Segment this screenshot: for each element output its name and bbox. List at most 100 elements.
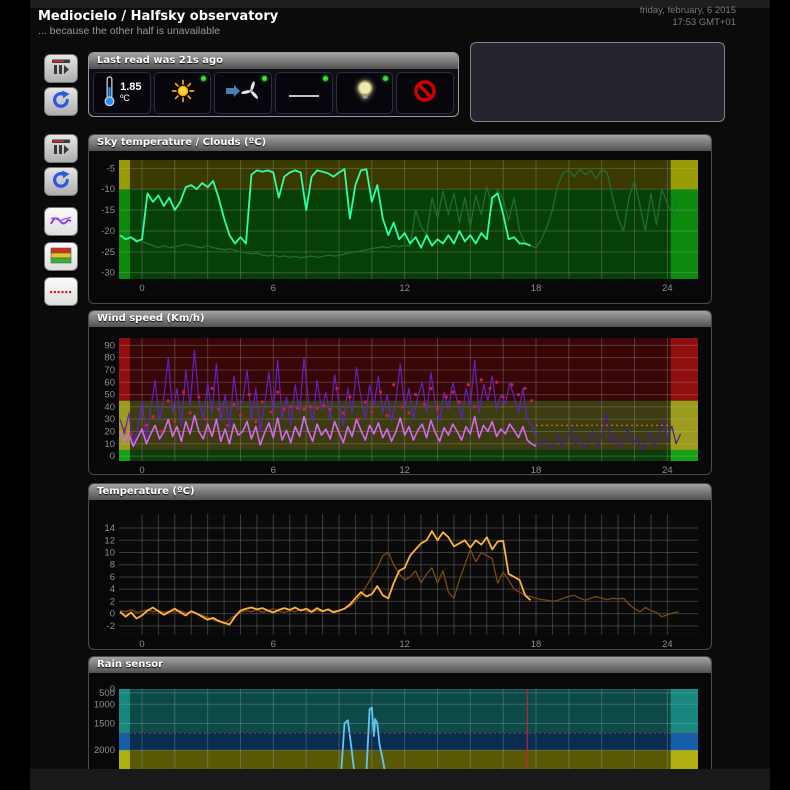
chart-refresh-button[interactable]: [44, 167, 78, 196]
last-read-label: Last read was 21s ago: [97, 55, 223, 66]
svg-text:18: 18: [531, 639, 542, 649]
svg-text:30: 30: [104, 414, 115, 425]
thermometer-icon: [102, 75, 117, 112]
curves-icon: [49, 211, 73, 232]
bottom-strip: [30, 769, 770, 790]
refresh-button[interactable]: [44, 87, 78, 116]
tile-wind: [214, 72, 272, 114]
svg-text:0: 0: [110, 451, 115, 462]
status-panel-header: Last read was 21s ago: [89, 53, 458, 69]
tile-rain-line: [275, 72, 333, 114]
chart-title: Wind speed (Km/h): [97, 313, 205, 324]
svg-text:12: 12: [399, 639, 410, 649]
temperature-chart: -20246810121406121824: [89, 500, 711, 649]
curves-toggle-button[interactable]: [44, 207, 78, 236]
svg-text:-10: -10: [101, 184, 115, 195]
datetime: friday, february, 6 2015 17:53 GMT+01: [520, 5, 736, 29]
page-title: Mediocielo / Halfsky observatory: [38, 9, 278, 24]
refresh-icon: [51, 170, 71, 193]
panel-icon: [50, 58, 72, 80]
svg-text:-2: -2: [107, 621, 115, 632]
chart-title: Sky temperature / Clouds (ºC): [97, 137, 266, 148]
sun-icon: [170, 78, 196, 109]
chart-header: Rain sensor: [89, 657, 711, 673]
svg-text:24: 24: [662, 639, 673, 649]
light-status-led: [383, 76, 388, 81]
wind-status-led: [262, 76, 267, 81]
svg-text:12: 12: [399, 283, 410, 294]
svg-text:10: 10: [104, 548, 115, 559]
svg-text:12: 12: [104, 535, 115, 546]
date-text: friday, february, 6 2015: [520, 5, 736, 17]
flat-line-icon: [289, 95, 319, 97]
dotted-line-toggle-button[interactable]: [44, 277, 78, 306]
sky-temperature-chart-panel: Sky temperature / Clouds (ºC) -5 -10 -15 -2…: [88, 134, 712, 304]
svg-text:-15: -15: [101, 205, 115, 216]
svg-text:90: 90: [104, 340, 115, 351]
chart-header: Sky temperature / Clouds (ºC): [89, 135, 711, 151]
svg-text:24: 24: [662, 465, 673, 474]
temperature-chart-panel: Temperature (ºC) -20246810121406121824: [88, 483, 712, 650]
svg-text:6: 6: [271, 283, 276, 294]
wind-icon: [223, 78, 263, 109]
svg-text:0: 0: [110, 609, 115, 620]
sky-temperature-chart: -5 -10 -15 -20 -25 -30 0 6 12 18 24: [89, 151, 711, 303]
svg-text:1000: 1000: [94, 699, 115, 710]
chart-title: Rain sensor: [97, 659, 163, 670]
svg-text:20: 20: [104, 426, 115, 437]
svg-text:6: 6: [271, 639, 276, 649]
bands-toggle-button[interactable]: [44, 242, 78, 271]
svg-text:-5: -5: [107, 163, 115, 174]
svg-text:-25: -25: [101, 247, 115, 258]
svg-text:0: 0: [139, 639, 144, 649]
svg-text:6: 6: [110, 572, 115, 583]
tile-light: [336, 72, 394, 114]
svg-text:70: 70: [104, 365, 115, 376]
page-subtitle: ... because the other half is unavailabl…: [38, 25, 220, 37]
svg-text:80: 80: [104, 353, 115, 364]
svg-text:-30: -30: [101, 268, 115, 279]
temperature-readout: 1.85 ºC: [120, 82, 141, 104]
svg-text:6: 6: [271, 465, 276, 474]
status-tiles: 1.85 ºC: [89, 69, 458, 117]
sun-status-led: [201, 76, 206, 81]
svg-text:4: 4: [110, 584, 115, 595]
time-text: 17:53 GMT+01: [520, 17, 736, 29]
svg-text:10: 10: [104, 439, 115, 450]
svg-text:500: 500: [99, 688, 115, 699]
svg-text:18: 18: [531, 283, 542, 294]
svg-text:40: 40: [104, 402, 115, 413]
svg-text:-20: -20: [101, 226, 115, 237]
chart-title: Temperature (ºC): [97, 486, 195, 497]
temperature-unit: ºC: [120, 93, 141, 104]
svg-text:18: 18: [531, 465, 542, 474]
threshold-bands-icon: [50, 247, 72, 267]
wind-speed-chart: 010203040506070809006121824: [89, 327, 711, 474]
tile-sun: [154, 72, 212, 114]
chart-header: Temperature (ºC): [89, 484, 711, 500]
svg-text:8: 8: [110, 560, 115, 571]
chart-header: Wind speed (Km/h): [89, 311, 711, 327]
refresh-icon: [51, 90, 71, 113]
svg-text:60: 60: [104, 377, 115, 388]
panel-icon: [50, 138, 72, 160]
svg-text:2000: 2000: [94, 745, 115, 756]
svg-text:0: 0: [139, 465, 144, 474]
svg-text:1500: 1500: [94, 718, 115, 729]
svg-text:50: 50: [104, 390, 115, 401]
svg-text:0: 0: [139, 283, 144, 294]
svg-text:14: 14: [104, 523, 115, 534]
svg-text:2: 2: [110, 596, 115, 607]
rain-sensor-chart-panel: Rain sensor 0500100015002000: [88, 656, 712, 771]
tile-temperature: 1.85 ºC: [93, 72, 151, 114]
chart-panel-toggle-button[interactable]: [44, 134, 78, 163]
temperature-value: 1.85: [120, 82, 141, 93]
forbidden-icon: [412, 78, 438, 109]
svg-text:24: 24: [662, 283, 673, 294]
svg-text:12: 12: [399, 465, 410, 474]
rain-sensor-chart: 0500100015002000: [89, 673, 711, 771]
panel-toggle-button[interactable]: [44, 54, 78, 83]
dotted-line-icon: [49, 284, 73, 299]
rain-status-led: [323, 76, 328, 81]
wind-speed-chart-panel: Wind speed (Km/h) 0102030405060708090061…: [88, 310, 712, 475]
